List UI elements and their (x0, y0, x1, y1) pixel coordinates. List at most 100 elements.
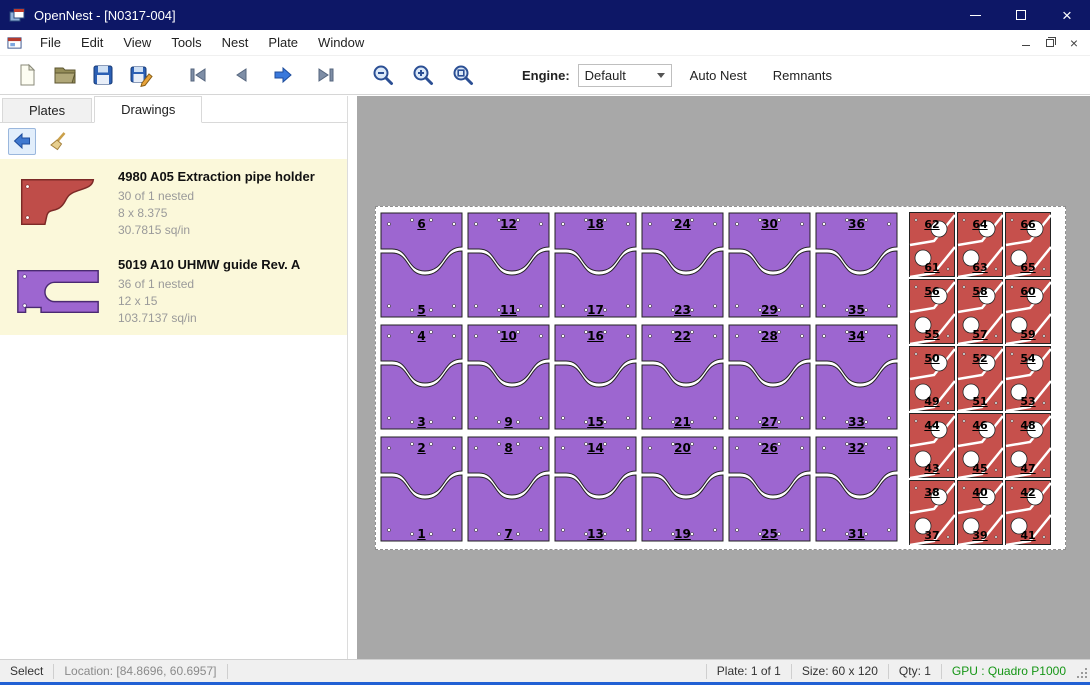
go-last-button[interactable] (308, 59, 342, 91)
nested-part-pair-red[interactable]: 54 53 (1004, 345, 1052, 412)
main-toolbar: Engine: Default Auto Nest Remnants (0, 56, 1090, 95)
zoom-in-button[interactable] (406, 59, 440, 91)
nest-canvas[interactable]: 6 5 12 11 18 17 (357, 96, 1090, 659)
nested-part-pair-purple[interactable]: 4 3 (378, 321, 465, 433)
menu: FileEditViewToolsNestPlateWindow (30, 31, 1016, 54)
status-qty: Qty: 1 (889, 660, 941, 682)
plate[interactable]: 6 5 12 11 18 17 (375, 206, 1066, 550)
nested-part-pair-red[interactable]: 52 51 (956, 345, 1004, 412)
red-part-icon (12, 173, 104, 233)
menu-item[interactable]: Window (308, 31, 374, 54)
nested-part-pair-purple[interactable]: 14 13 (552, 433, 639, 545)
app-window: OpenNest - [N0317-004] × FileEditViewToo… (0, 0, 1090, 685)
nested-part-pair-purple[interactable]: 10 9 (465, 321, 552, 433)
mdi-restore-button[interactable] (1040, 34, 1060, 52)
panel-splitter[interactable] (348, 96, 357, 659)
nested-part-pair-purple[interactable]: 30 29 (726, 209, 813, 321)
part-number: 58 (956, 285, 1004, 298)
nested-part-pair-purple[interactable]: 18 17 (552, 209, 639, 321)
nested-part-pair-red[interactable]: 60 59 (1004, 278, 1052, 345)
menu-item[interactable]: Tools (161, 31, 211, 54)
body-area: Plates Drawings (0, 96, 1090, 659)
menu-item[interactable]: Edit (71, 31, 113, 54)
maximize-button[interactable] (998, 0, 1044, 30)
nested-part-pair-purple[interactable]: 22 21 (639, 321, 726, 433)
nested-part-pair-red[interactable]: 44 43 (908, 412, 956, 479)
go-next-icon (271, 63, 295, 87)
nested-part-pair-purple[interactable]: 20 19 (639, 433, 726, 545)
status-bar: Select Location: [84.8696, 60.6957] Plat… (0, 659, 1090, 682)
nested-part-pair-red[interactable]: 58 57 (956, 278, 1004, 345)
menu-item[interactable]: Nest (212, 31, 259, 54)
nested-part-pair-purple[interactable]: 16 15 (552, 321, 639, 433)
nested-part-pair-purple[interactable]: 34 33 (813, 321, 900, 433)
go-previous-button[interactable] (224, 59, 258, 91)
nested-part-pair-purple[interactable]: 26 25 (726, 433, 813, 545)
engine-select[interactable]: Default (578, 64, 672, 87)
part-number: 7 (465, 527, 552, 541)
zoom-out-button[interactable] (366, 59, 400, 91)
part-number: 4 (378, 329, 465, 343)
minimize-icon (970, 15, 981, 16)
nested-part-pair-red[interactable]: 46 45 (956, 412, 1004, 479)
drawing-area: 103.7137 sq/in (118, 310, 341, 327)
nested-part-pair-red[interactable]: 64 63 (956, 211, 1004, 278)
part-number: 21 (639, 415, 726, 429)
part-number: 34 (813, 329, 900, 343)
drawing-list-item[interactable]: 4980 A05 Extraction pipe holder 30 of 1 … (0, 159, 347, 247)
part-number: 38 (908, 486, 956, 499)
nested-part-pair-red[interactable]: 56 55 (908, 278, 956, 345)
zoom-fit-button[interactable] (446, 59, 480, 91)
part-number: 32 (813, 441, 900, 455)
mdi-minimize-button[interactable] (1016, 34, 1036, 52)
nested-part-pair-red[interactable]: 40 39 (956, 479, 1004, 546)
part-number: 53 (1004, 395, 1052, 408)
nested-part-pair-red[interactable]: 38 37 (908, 479, 956, 546)
clear-button[interactable] (44, 128, 72, 155)
auto-nest-button[interactable]: Auto Nest (682, 62, 755, 89)
navigation-button-group (182, 59, 342, 91)
menu-item[interactable]: Plate (258, 31, 308, 54)
nested-part-pair-purple[interactable]: 6 5 (378, 209, 465, 321)
part-number: 37 (908, 529, 956, 542)
tab-drawings[interactable]: Drawings (94, 96, 202, 123)
nested-part-pair-red[interactable]: 48 47 (1004, 412, 1052, 479)
menu-item[interactable]: File (30, 31, 71, 54)
nested-part-pair-purple[interactable]: 8 7 (465, 433, 552, 545)
nested-part-pair-purple[interactable]: 32 31 (813, 433, 900, 545)
minimize-button[interactable] (952, 0, 998, 30)
part-number: 14 (552, 441, 639, 455)
tab-plates[interactable]: Plates (2, 98, 92, 122)
part-number: 33 (813, 415, 900, 429)
replace-drawing-button[interactable] (8, 128, 36, 155)
part-number: 62 (908, 218, 956, 231)
nested-part-pair-purple[interactable]: 2 1 (378, 433, 465, 545)
nested-part-pair-red[interactable]: 50 49 (908, 345, 956, 412)
new-button[interactable] (10, 59, 44, 91)
engine-selected-value: Default (579, 68, 657, 83)
part-number: 61 (908, 261, 956, 274)
mdi-close-button[interactable]: × (1064, 34, 1084, 52)
open-button[interactable] (48, 59, 82, 91)
remnants-button[interactable]: Remnants (765, 62, 840, 89)
drawing-size: 12 x 15 (118, 293, 341, 310)
save-button[interactable] (86, 59, 120, 91)
part-number: 54 (1004, 352, 1052, 365)
save-as-button[interactable] (124, 59, 158, 91)
nested-part-pair-red[interactable]: 62 61 (908, 211, 956, 278)
resize-grip[interactable] (1076, 660, 1090, 682)
part-number: 23 (639, 303, 726, 317)
go-next-button[interactable] (266, 59, 300, 91)
nested-part-pair-red[interactable]: 42 41 (1004, 479, 1052, 546)
drawing-list-item[interactable]: 5019 A10 UHMW guide Rev. A 36 of 1 neste… (0, 247, 347, 335)
part-number: 63 (956, 261, 1004, 274)
nested-part-pair-red[interactable]: 66 65 (1004, 211, 1052, 278)
close-button[interactable]: × (1044, 0, 1090, 30)
nested-part-pair-purple[interactable]: 28 27 (726, 321, 813, 433)
status-location: Location: [84.8696, 60.6957] (54, 660, 226, 682)
nested-part-pair-purple[interactable]: 24 23 (639, 209, 726, 321)
nested-part-pair-purple[interactable]: 12 11 (465, 209, 552, 321)
nested-part-pair-purple[interactable]: 36 35 (813, 209, 900, 321)
go-first-button[interactable] (182, 59, 216, 91)
menu-item[interactable]: View (113, 31, 161, 54)
